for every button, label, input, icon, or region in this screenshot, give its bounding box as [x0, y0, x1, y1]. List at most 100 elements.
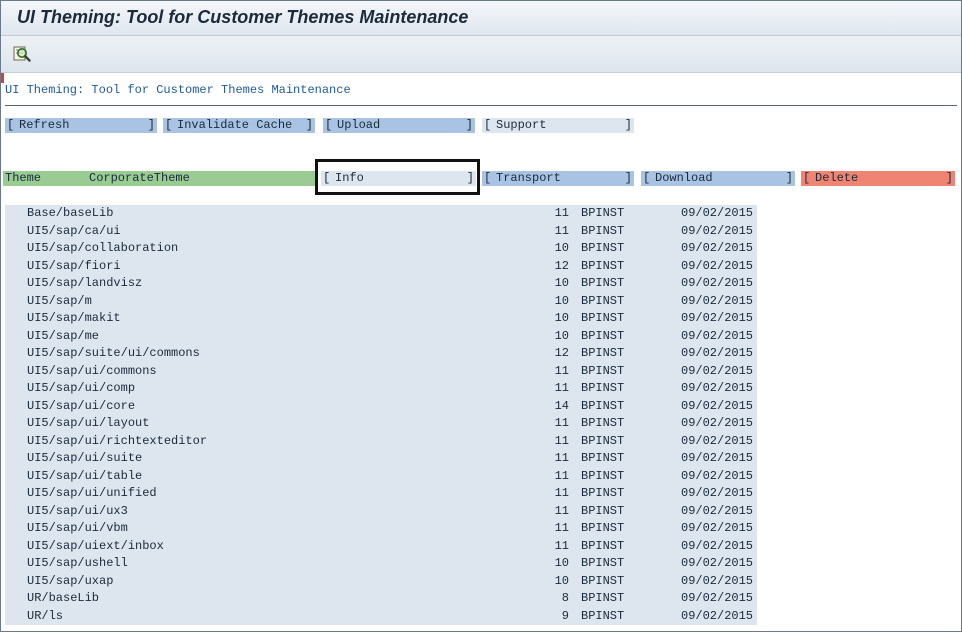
bracket-right: ]: [945, 171, 953, 185]
upload-button[interactable]: [ Upload ]: [323, 118, 475, 133]
changed-by: BPINST: [581, 608, 625, 623]
changed-on: 09/02/2015: [681, 363, 754, 378]
table-row[interactable]: UI5/sap/landvisz 10 BPINST 09/02/2015: [5, 275, 757, 293]
changed-on: 09/02/2015: [681, 328, 754, 343]
bracket-right: ]: [147, 118, 155, 132]
changed-by: BPINST: [581, 381, 625, 395]
file-count: 12: [554, 346, 569, 360]
transport-button[interactable]: [ Transport ]: [482, 171, 634, 186]
changed-on: 09/02/2015: [681, 276, 754, 290]
changed-by: BPINST: [581, 416, 625, 430]
changed-by: BPINST: [581, 433, 625, 448]
window-frame: UI Theming: Tool for Customer Themes Mai…: [0, 0, 962, 632]
divider: [5, 105, 957, 106]
library-path: UI5/sap/uxap: [27, 573, 114, 588]
changed-on: 09/02/2015: [681, 468, 754, 483]
changed-on: 09/02/2015: [681, 538, 754, 553]
changed-by: BPINST: [581, 241, 625, 255]
file-count: 8: [561, 591, 569, 605]
library-path: UI5/sap/fiori: [27, 258, 121, 273]
library-path: UI5/sap/ui/vbm: [27, 521, 128, 535]
screen-subtitle: UI Theming: Tool for Customer Themes Mai…: [5, 83, 351, 97]
table-row[interactable]: UI5/sap/ui/layout 11 BPINST 09/02/2015: [5, 415, 757, 433]
library-path: UI5/sap/uiext/inbox: [27, 538, 164, 553]
changed-on: 09/02/2015: [681, 381, 754, 395]
file-count: 11: [554, 538, 569, 553]
bracket-left: [: [643, 171, 651, 185]
execute-search-icon[interactable]: [13, 45, 31, 63]
file-count: 10: [554, 241, 569, 255]
table-row[interactable]: UI5/sap/me 10 BPINST 09/02/2015: [5, 328, 757, 346]
table-row[interactable]: UI5/sap/ui/commons 11 BPINST 09/02/2015: [5, 363, 757, 381]
bracket-right: ]: [785, 171, 793, 185]
changed-by: BPINST: [581, 223, 625, 238]
bracket-left: [: [484, 118, 492, 132]
file-count: 11: [554, 503, 569, 518]
changed-on: 09/02/2015: [681, 591, 754, 605]
support-button[interactable]: [ Support ]: [482, 118, 634, 133]
table-row[interactable]: UI5/sap/ui/vbm 11 BPINST 09/02/2015: [5, 520, 757, 538]
table-row[interactable]: UI5/sap/ui/ux3 11 BPINST 09/02/2015: [5, 503, 757, 521]
file-count: 11: [554, 363, 569, 378]
file-count: 11: [554, 223, 569, 238]
changed-on: 09/02/2015: [681, 311, 754, 325]
table-row[interactable]: UI5/sap/ui/table 11 BPINST 09/02/2015: [5, 468, 757, 486]
library-path: UI5/sap/makit: [27, 311, 121, 325]
table-row[interactable]: UI5/sap/ui/core 14 BPINST 09/02/2015: [5, 398, 757, 416]
changed-on: 09/02/2015: [681, 521, 754, 535]
changed-on: 09/02/2015: [681, 608, 754, 623]
invalidate-cache-button[interactable]: [ Invalidate Cache ]: [163, 118, 315, 133]
refresh-label: Refresh: [19, 118, 70, 132]
bracket-right: ]: [465, 118, 473, 132]
library-path: UI5/sap/ui/richtexteditor: [27, 433, 208, 448]
changed-on: 09/02/2015: [681, 206, 754, 220]
table-row[interactable]: Base/baseLib 11 BPINST 09/02/2015: [5, 205, 757, 223]
table-row[interactable]: UI5/sap/collaboration 10 BPINST 09/02/2015: [5, 240, 757, 258]
file-count: 14: [554, 398, 569, 413]
changed-by: BPINST: [581, 346, 625, 360]
bracket-left: [: [803, 171, 811, 185]
download-label: Download: [655, 171, 713, 185]
table-row[interactable]: UI5/sap/ui/comp 11 BPINST 09/02/2015: [5, 380, 757, 398]
table-row[interactable]: UI5/sap/ui/richtexteditor 11 BPINST 09/02/2…: [5, 433, 757, 451]
table-row[interactable]: UI5/sap/uiext/inbox 11 BPINST 09/02/2015: [5, 538, 757, 556]
library-path: UI5/sap/ui/comp: [27, 381, 136, 395]
changed-on: 09/02/2015: [681, 503, 754, 518]
table-row[interactable]: UI5/sap/ushell 10 BPINST 09/02/2015: [5, 555, 757, 573]
file-count: 12: [554, 258, 569, 273]
file-count: 11: [554, 381, 569, 395]
table-row[interactable]: UR/ls 9 BPINST 09/02/2015: [5, 608, 757, 626]
delete-button[interactable]: [ Delete ]: [801, 171, 955, 186]
changed-by: BPINST: [581, 451, 625, 465]
library-path: UI5/sap/suite/ui/commons: [27, 346, 200, 360]
library-path: UI5/sap/ui/ux3: [27, 503, 128, 518]
theme-label: Theme: [5, 171, 42, 185]
table-row[interactable]: UI5/sap/ui/suite 11 BPINST 09/02/2015: [5, 450, 757, 468]
library-path: UI5/sap/collaboration: [27, 241, 179, 255]
table-row[interactable]: UI5/sap/makit 10 BPINST 09/02/2015: [5, 310, 757, 328]
table-row[interactable]: UI5/sap/uxap 10 BPINST 09/02/2015: [5, 573, 757, 591]
file-count: 11: [554, 433, 569, 448]
file-count: 11: [554, 468, 569, 483]
download-button[interactable]: [ Download ]: [641, 171, 795, 186]
changed-by: BPINST: [581, 363, 625, 378]
bracket-left: [: [165, 118, 173, 132]
bracket-right: ]: [624, 171, 632, 185]
changed-by: BPINST: [581, 398, 625, 413]
table-row[interactable]: UI5/sap/m 10 BPINST 09/02/2015: [5, 293, 757, 311]
table-row[interactable]: UI5/sap/suite/ui/commons 12 BPINST 09/02/20…: [5, 345, 757, 363]
changed-by: BPINST: [581, 556, 625, 570]
file-count: 10: [554, 573, 569, 588]
changed-by: BPINST: [581, 591, 625, 605]
refresh-button[interactable]: [ Refresh ]: [5, 118, 157, 133]
file-count: 10: [554, 276, 569, 290]
changed-on: 09/02/2015: [681, 346, 754, 360]
table-row[interactable]: UI5/sap/ui/unified 11 BPINST 09/02/2015: [5, 485, 757, 503]
changed-on: 09/02/2015: [681, 398, 754, 413]
file-count: 11: [554, 521, 569, 535]
library-path: UR/baseLib: [27, 591, 100, 605]
table-row[interactable]: UI5/sap/ca/ui 11 BPINST 09/02/2015: [5, 223, 757, 241]
table-row[interactable]: UR/baseLib 8 BPINST 09/02/2015: [5, 590, 757, 608]
table-row[interactable]: UI5/sap/fiori 12 BPINST 09/02/2015: [5, 258, 757, 276]
theme-selector[interactable]: Theme CorporateTheme: [3, 171, 315, 186]
